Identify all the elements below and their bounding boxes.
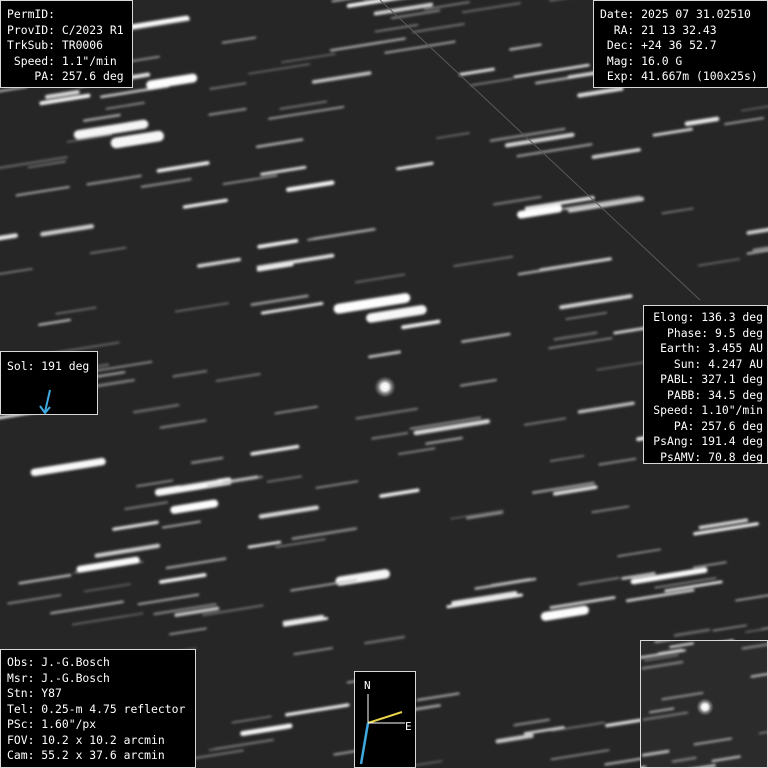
arrow-icon xyxy=(39,389,51,415)
dec-row: Dec: +24 36 52.7 xyxy=(600,38,717,52)
compass-panel: N E xyxy=(354,671,416,768)
psamv-row: PsAMV: 70.8 deg xyxy=(660,449,763,464)
elong-row: Elong: 136.3 deg xyxy=(653,310,763,324)
obs-row: Obs: J.-G.Bosch xyxy=(7,655,110,669)
pa-row: PA: 257.6 deg xyxy=(673,418,763,433)
east-label: E xyxy=(405,720,412,733)
inset-field xyxy=(641,641,767,767)
tel-row: Tel: 0.25-m 4.75 reflector xyxy=(7,701,186,716)
perm-id-row: PermID: xyxy=(7,7,56,21)
psc-row: PSc: 1.60"/px xyxy=(7,717,97,731)
pa-row: PA: 257.6 deg xyxy=(7,69,124,83)
cam-row: Cam: 55.2 x 37.6 arcmin xyxy=(7,748,165,762)
speed-row: Speed: 1.1"/min xyxy=(7,53,117,68)
sun-direction-panel: Sol: 191 deg xyxy=(0,351,98,415)
fov-row: FOV: 10.2 x 10.2 arcmin xyxy=(7,732,165,747)
psang-row: PsAng: 191.4 deg xyxy=(653,434,763,448)
stn-row: Stn: Y87 xyxy=(7,686,62,700)
observer-panel: Obs: J.-G.Bosch Msr: J.-G.Bosch Stn: Y87… xyxy=(0,649,196,768)
geometry-panel: Elong: 136.3 deg Phase: 9.5 deg Earth: 3… xyxy=(643,305,768,464)
comet-inset-image xyxy=(640,640,768,768)
date-row: Date: 2025 07 31.02510 xyxy=(600,7,751,21)
comet-coma xyxy=(374,376,396,398)
pabb-row: PABB: 34.5 deg xyxy=(666,387,763,402)
trksub-row: TrkSub: TR0006 xyxy=(7,38,104,52)
speed-row: Speed: 1.10"/min xyxy=(653,403,763,417)
prov-id-row: ProvID: C/2023 R1 xyxy=(7,22,124,37)
sun-row: Sun: 4.247 AU xyxy=(673,356,763,371)
ra-row: RA: 21 13 32.43 xyxy=(600,22,717,37)
object-id-panel: PermID: ProvID: C/2023 R1 TrkSub: TR0006… xyxy=(0,0,133,88)
exp-row: Exp: 41.667m (100x25s) xyxy=(600,69,758,83)
phase-row: Phase: 9.5 deg xyxy=(666,325,763,340)
inset-comet-coma xyxy=(696,698,714,716)
north-label: N xyxy=(364,679,371,692)
compass-icon: N E xyxy=(359,679,412,765)
pabl-row: PABL: 327.1 deg xyxy=(660,372,763,386)
sol-label: Sol: 191 deg xyxy=(7,359,90,373)
earth-row: Earth: 3.455 AU xyxy=(660,341,763,355)
mag-row: Mag: 16.0 G xyxy=(600,53,683,68)
msr-row: Msr: J.-G.Bosch xyxy=(7,670,110,685)
observation-info-panel: Date: 2025 07 31.02510 RA: 21 13 32.43 D… xyxy=(593,0,768,88)
